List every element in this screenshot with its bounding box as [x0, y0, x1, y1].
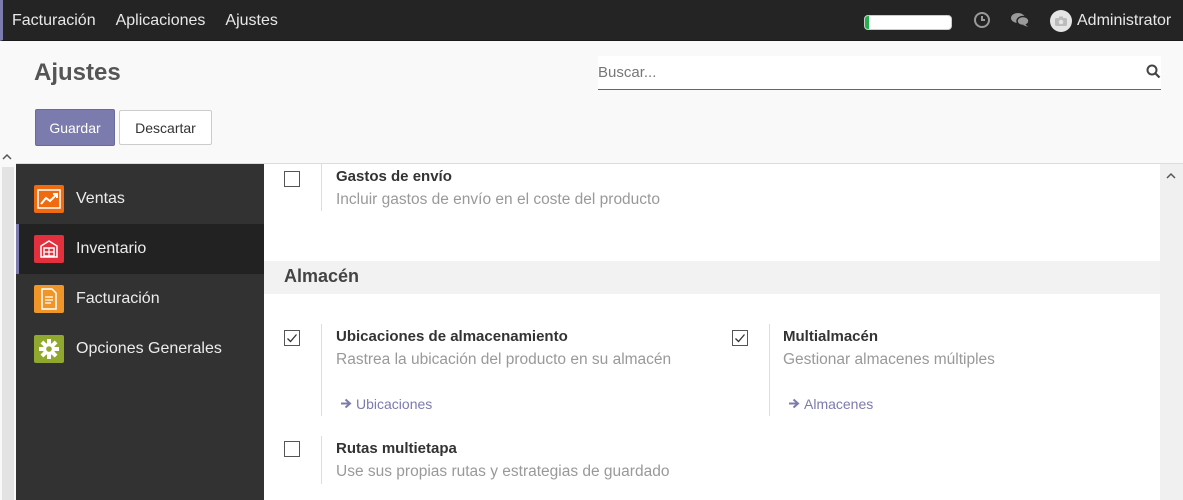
search-box	[598, 56, 1161, 90]
settings-sidebar: Ventas Inventario Facturación Opciones G…	[16, 164, 264, 500]
sidebar-scrollbar-track[interactable]	[2, 167, 14, 500]
page-title: Ajustes	[34, 59, 121, 86]
save-button[interactable]: Guardar	[35, 109, 115, 146]
inventory-box-icon	[34, 235, 64, 263]
section-title: Almacén	[284, 266, 360, 286]
sidebar-item-label: Facturación	[76, 290, 160, 307]
chevron-up-icon[interactable]	[1165, 168, 1177, 186]
menu-item-ajustes[interactable]: Ajustes	[225, 12, 277, 30]
sidebar-item-label: Opciones Generales	[76, 340, 222, 357]
sidebar-item-inventario[interactable]: Inventario	[16, 224, 264, 274]
storage-locations-checkbox[interactable]	[284, 330, 300, 346]
link-label: Ubicaciones	[356, 396, 433, 412]
user-name[interactable]: Administrator	[1077, 12, 1171, 30]
link-label: Almacenes	[804, 396, 874, 412]
option-title: Rutas multietapa	[336, 440, 457, 457]
menu-item-aplicaciones[interactable]: Aplicaciones	[116, 12, 206, 30]
option-description: Incluir gastos de envío en el coste del …	[336, 191, 660, 208]
warehouses-link[interactable]: Almacenes	[788, 396, 873, 412]
option-description: Gestionar almacenes múltiples	[783, 351, 995, 368]
left-edge-scroll	[0, 41, 16, 500]
camera-icon	[1055, 16, 1067, 26]
option-title: Gastos de envío	[336, 168, 452, 185]
search-icon[interactable]	[1146, 64, 1161, 84]
settings-content: Gastos de envío Incluir gastos de envío …	[264, 164, 1160, 500]
option-divider	[769, 324, 770, 416]
progress-fill	[865, 16, 870, 29]
onboarding-progress-bar[interactable]	[864, 15, 952, 30]
option-description: Use sus propias rutas y estrategias de g…	[336, 463, 670, 480]
sidebar-item-label: Ventas	[76, 190, 125, 207]
sidebar-item-facturacion[interactable]: Facturación	[16, 274, 264, 324]
user-avatar[interactable]	[1050, 10, 1072, 32]
sidebar-item-ventas[interactable]: Ventas	[16, 174, 264, 224]
option-divider	[321, 324, 322, 416]
chat-icon[interactable]	[1010, 11, 1030, 29]
option-divider	[321, 164, 322, 211]
checkmark-icon	[287, 334, 297, 343]
top-navbar: Facturación Aplicaciones Ajustes Adminis…	[0, 0, 1183, 41]
discard-button[interactable]: Descartar	[119, 110, 212, 145]
arrow-right-icon	[788, 396, 800, 412]
locations-link[interactable]: Ubicaciones	[340, 396, 432, 412]
sidebar-item-opciones-generales[interactable]: Opciones Generales	[16, 324, 264, 374]
multi-step-routes-checkbox[interactable]	[284, 441, 300, 457]
option-title: Multialmacén	[783, 328, 879, 345]
gear-icon	[34, 335, 64, 363]
arrow-right-icon	[340, 396, 352, 412]
multi-warehouse-checkbox[interactable]	[732, 330, 748, 346]
content-scrollbar[interactable]	[1160, 164, 1183, 500]
checkmark-icon	[735, 334, 745, 343]
option-title: Ubicaciones de almacenamiento	[336, 328, 568, 345]
chevron-up-icon[interactable]	[1, 149, 13, 167]
main-menu: Facturación Aplicaciones Ajustes	[12, 0, 298, 41]
option-description: Rastrea la ubicación del producto en su …	[336, 351, 672, 368]
option-divider	[321, 436, 322, 484]
shipping-costs-checkbox[interactable]	[284, 171, 300, 187]
control-panel: Ajustes Guardar Descartar	[16, 41, 1183, 164]
search-input[interactable]	[598, 56, 1128, 88]
section-header: Almacén	[264, 261, 1160, 294]
sidebar-item-label: Inventario	[76, 240, 147, 257]
sales-chart-icon	[34, 185, 64, 213]
menu-item-facturacion[interactable]: Facturación	[12, 12, 96, 30]
clock-icon[interactable]	[973, 11, 991, 29]
invoice-document-icon	[34, 285, 64, 313]
